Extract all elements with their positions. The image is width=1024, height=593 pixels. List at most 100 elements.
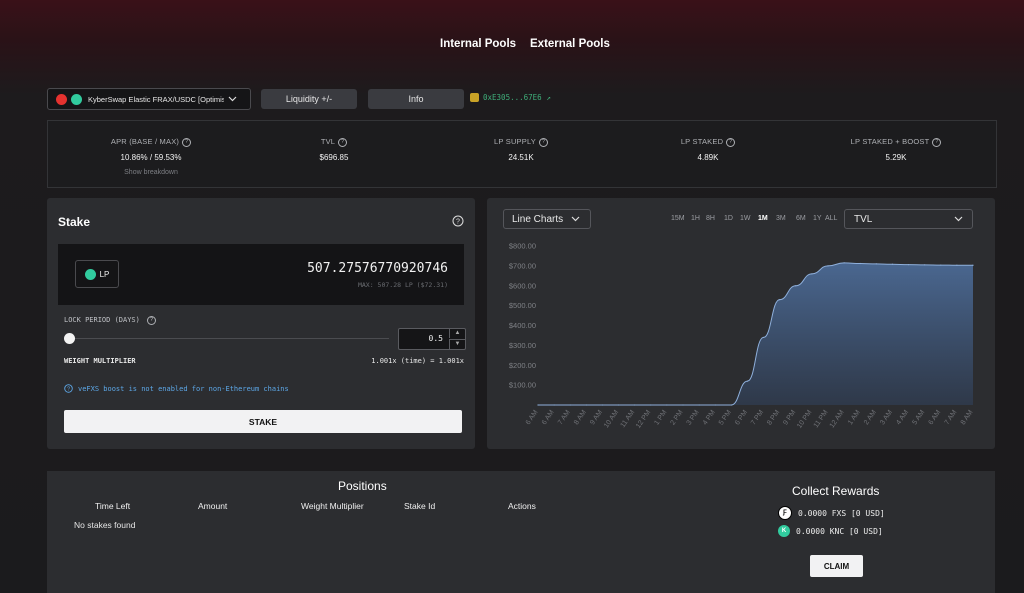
- data-point: [940, 264, 942, 266]
- stake-button[interactable]: STAKE: [64, 410, 462, 433]
- help-icon[interactable]: ?: [147, 316, 157, 325]
- stake-amount-box[interactable]: LP 507.27576770920746 MAX: 507.28 LP ($7…: [58, 244, 464, 305]
- help-icon[interactable]: ?: [538, 138, 548, 147]
- x-tick-label: 3 PM: [686, 409, 701, 427]
- lock-period-input[interactable]: 0.5 ▲ ▼: [398, 328, 466, 350]
- help-icon[interactable]: ?: [726, 138, 736, 147]
- data-point: [650, 404, 652, 406]
- lock-period-label-text: LOCK PERIOD (DAYS): [64, 316, 140, 324]
- stat-lp-staked-boost-label: LP STAKED + BOOST: [850, 137, 930, 146]
- data-point: [924, 264, 926, 266]
- reward-fxs-text: 0.0000 FXS [0 USD]: [798, 508, 885, 518]
- help-icon[interactable]: ?: [338, 138, 348, 147]
- data-point: [537, 404, 539, 406]
- x-tick-label: 8 AM: [960, 409, 975, 426]
- help-icon: ?: [64, 384, 73, 393]
- stat-tvl: TVL? $696.85: [254, 137, 414, 162]
- stepper-down-icon[interactable]: ▼: [449, 339, 465, 349]
- reward-knc-text: 0.0000 KNC [0 USD]: [796, 526, 883, 536]
- data-point: [891, 263, 894, 265]
- contract-address-link[interactable]: 0xE305...67E6 ↗: [470, 93, 551, 102]
- stat-lp-supply-label: LP SUPPLY: [494, 137, 536, 146]
- vefxs-note-text: veFXS boost is not enabled for non-Ether…: [78, 384, 289, 393]
- lock-period-input-value[interactable]: 0.5: [429, 334, 443, 343]
- stake-amount-value[interactable]: 507.27576770920746: [307, 261, 448, 276]
- y-tick-label: $200.00: [509, 361, 536, 370]
- x-tick-label: 9 PM: [782, 409, 797, 427]
- y-tick-label: $400.00: [509, 321, 536, 330]
- nav-external-pools[interactable]: External Pools: [530, 38, 610, 50]
- x-tick-label: 5 PM: [718, 409, 733, 427]
- x-tick-label: 7 AM: [944, 409, 959, 426]
- stat-tvl-label: TVL: [320, 137, 336, 146]
- data-point: [827, 265, 829, 267]
- data-point: [714, 404, 716, 406]
- x-tick-label: 10 AM: [603, 409, 620, 429]
- lock-period-slider-track[interactable]: [69, 338, 389, 339]
- y-tick-label: $100.00: [509, 381, 536, 390]
- x-tick-label: 10 PM: [796, 409, 813, 430]
- show-breakdown-link[interactable]: Show breakdown: [71, 169, 231, 176]
- x-tick-label: 12 PM: [635, 409, 652, 430]
- data-point: [634, 404, 636, 406]
- x-tick-label: 6 PM: [734, 409, 749, 427]
- help-icon[interactable]: ?: [182, 138, 192, 147]
- positions-title: Positions: [338, 479, 387, 493]
- data-point: [779, 299, 781, 301]
- info-button[interactable]: Info: [368, 89, 464, 109]
- collect-rewards-title: Collect Rewards: [792, 484, 880, 498]
- claim-button[interactable]: CLAIM: [810, 555, 863, 577]
- stake-panel: Stake ? LP 507.27576770920746 MAX: 507.2…: [47, 198, 475, 449]
- column-weight-multiplier: Weight Multiplier: [301, 501, 364, 511]
- reward-row-knc: K 0.0000 KNC [0 USD]: [778, 525, 883, 537]
- x-tick-label: 2 AM: [863, 409, 878, 426]
- lock-period-slider-thumb[interactable]: [64, 333, 75, 344]
- stat-lp-supply-value: 24.51K: [508, 153, 534, 162]
- nav-internal-pools[interactable]: Internal Pools: [440, 38, 516, 50]
- x-tick-label: 11 PM: [813, 409, 830, 429]
- y-tick-label: $300.00: [509, 341, 536, 350]
- tvl-area-series: [538, 262, 973, 405]
- liquidity-button[interactable]: Liquidity +/-: [261, 89, 357, 109]
- pool-select-label: KyberSwap Elastic FRAX/USDC [Optimism]: [88, 94, 224, 104]
- x-tick-label: 4 PM: [702, 409, 717, 427]
- data-point: [972, 264, 974, 266]
- column-time-left: Time Left: [95, 501, 131, 511]
- pool-select[interactable]: KyberSwap Elastic FRAX/USDC [Optimism]: [47, 88, 251, 110]
- x-tick-label: 5 AM: [911, 409, 926, 426]
- data-point: [553, 404, 555, 406]
- column-stake-id: Stake Id: [404, 501, 436, 511]
- stat-apr-value: 10.86% / 59.53%: [120, 153, 182, 162]
- x-tick-label: 7 AM: [557, 409, 572, 426]
- lp-token-label: LP: [99, 269, 110, 279]
- data-point: [601, 404, 604, 406]
- stepper-up-icon[interactable]: ▲: [449, 329, 465, 338]
- data-point: [746, 380, 749, 382]
- column-amount: Amount: [198, 501, 228, 511]
- help-icon[interactable]: ?: [932, 138, 942, 147]
- x-tick-label: 1 PM: [653, 409, 668, 427]
- pool-stats-bar: APR (BASE / MAX)? 10.86% / 59.53% Show b…: [47, 120, 997, 188]
- chart-panel: Line Charts 15M 1H 8H 1D 1W 1M 3M 6M 1Y ALL TVL $…: [487, 198, 995, 449]
- data-point: [956, 264, 958, 266]
- y-tick-label: $700.00: [509, 261, 536, 270]
- y-tick-label: $500.00: [509, 301, 536, 310]
- stat-apr: APR (BASE / MAX)? 10.86% / 59.53% Show b…: [71, 137, 231, 176]
- tvl-chart: $100.00 $200.00 $300.00 $400.00 $500.00 $600.…: [509, 242, 975, 430]
- x-tick-label: 12 AM: [829, 409, 846, 429]
- weight-multiplier-label: WEIGHT MULTIPLIER: [64, 357, 136, 365]
- data-point: [795, 285, 797, 287]
- stat-tvl-value: $696.85: [319, 153, 349, 162]
- data-point: [682, 404, 684, 406]
- data-point: [666, 404, 668, 406]
- help-icon[interactable]: ?: [452, 215, 464, 227]
- weight-multiplier-value: 1.001x (time) = 1.001x: [371, 357, 464, 365]
- x-tick-label: 3 AM: [879, 409, 894, 426]
- data-point: [907, 264, 910, 266]
- reward-row-fxs: Ƒ 0.0000 FXS [0 USD]: [778, 506, 885, 520]
- lp-token-selector[interactable]: LP: [75, 260, 119, 288]
- frax-token-icon: [56, 93, 67, 105]
- stake-max-amount[interactable]: MAX: 507.28 LP ($72.31): [358, 281, 448, 289]
- y-tick-label: $800.00: [509, 242, 536, 251]
- stat-lp-staked-label: LP STAKED: [680, 137, 724, 146]
